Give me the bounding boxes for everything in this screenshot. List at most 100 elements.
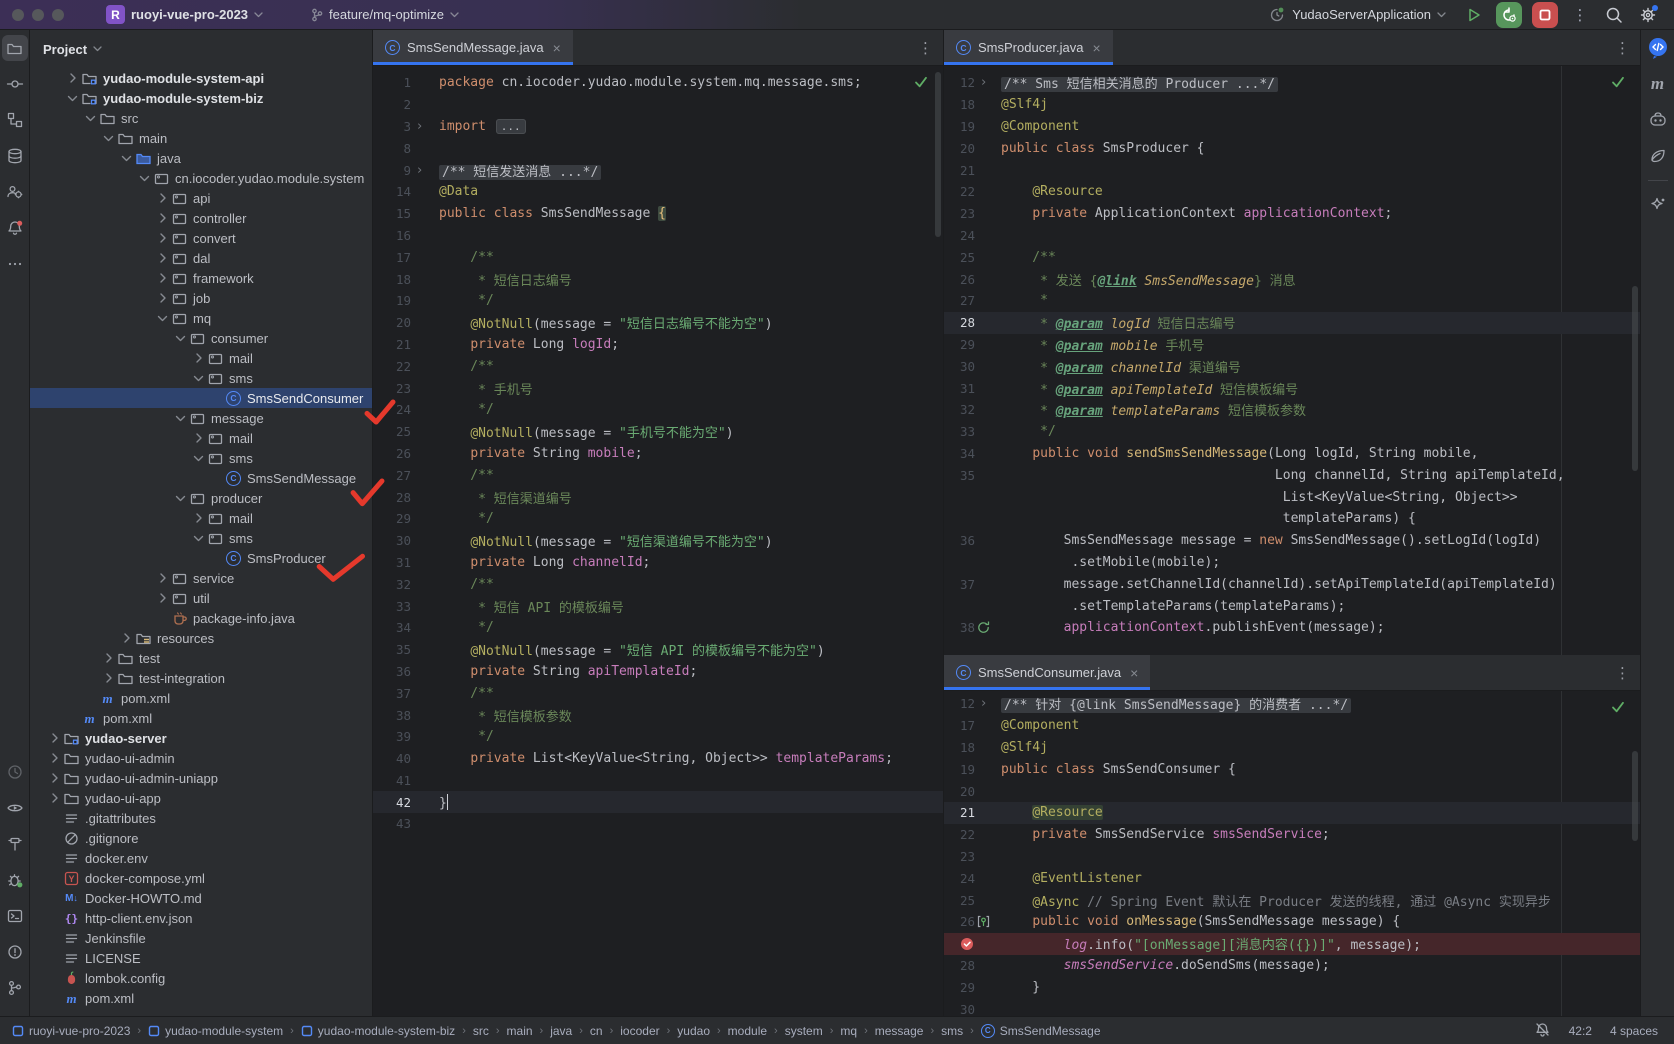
toolwindow-button-copilot[interactable] [1645, 107, 1671, 133]
line-number[interactable]: 24 [373, 402, 411, 417]
line-number[interactable]: 38 [373, 708, 411, 723]
tree-item-yudao-server[interactable]: yudao-server [30, 728, 372, 748]
code-line-33[interactable]: 33 */ [944, 421, 1640, 443]
code-line-26[interactable]: 26 private String mobile; [373, 443, 943, 465]
tree-item-yudao-ui-admin-uniapp[interactable]: yudao-ui-admin-uniapp [30, 768, 372, 788]
tree-item-yudao-module-system-api[interactable]: yudao-module-system-api [30, 68, 372, 88]
toolwindow-button-commit[interactable] [2, 71, 28, 97]
code-line-24[interactable]: 24 [944, 225, 1640, 247]
line-number[interactable]: 17 [373, 250, 411, 265]
code-line-34[interactable]: 34 */ [373, 617, 943, 639]
line-number[interactable]: 28 [944, 315, 975, 330]
tree-item-cn.iocoder.yudao.module.system[interactable]: cn.iocoder.yudao.module.system [30, 168, 372, 188]
chevron-collapsed-icon[interactable] [46, 732, 63, 744]
code-line-17[interactable]: 17@Component [944, 715, 1640, 737]
line-number[interactable]: 32 [373, 577, 411, 592]
tree-item-SmsSendConsumer[interactable]: CSmsSendConsumer [30, 388, 372, 408]
editor-content[interactable]: 1package cn.iocoder.yudao.module.system.… [373, 66, 943, 1022]
code-line-25[interactable]: 25 /** [944, 246, 1640, 268]
tree-item-yudao-module-system-biz[interactable]: yudao-module-system-biz [30, 88, 372, 108]
line-number[interactable]: 21 [944, 805, 975, 820]
line-number[interactable]: 8 [373, 141, 411, 156]
tree-item-test[interactable]: test [30, 648, 372, 668]
tree-item-resources[interactable]: resources [30, 628, 372, 648]
code-line-21[interactable]: 21 [944, 159, 1640, 181]
line-number[interactable]: 31 [373, 555, 411, 570]
line-number[interactable]: 30 [373, 533, 411, 548]
tree-item-producer[interactable]: producer [30, 488, 372, 508]
toolwindow-button-version-control[interactable] [2, 975, 28, 1001]
chevron-expanded-icon[interactable] [139, 170, 151, 187]
tab-options-icon[interactable]: ⋮ [1605, 655, 1640, 690]
code-line-29[interactable]: 29 * @param mobile 手机号 [944, 334, 1640, 356]
code-line-35[interactable]: 35 @NotNull(message = "短信 API 的模板编号不能为空"… [373, 639, 943, 661]
toolwindow-button-services[interactable] [2, 795, 28, 821]
code-line-38[interactable]: 38 applicationContext.publishEvent(messa… [944, 617, 1640, 639]
chevron-collapsed-icon[interactable] [154, 212, 171, 224]
code-line-20[interactable]: 20 @NotNull(message = "短信日志编号不能为空") [373, 312, 943, 334]
notifications-muted-icon[interactable] [1534, 1021, 1551, 1041]
line-number[interactable]: 37 [944, 577, 975, 592]
breadcrumb-item-cn[interactable]: cn [590, 1024, 603, 1038]
code-line-23[interactable]: 23 * 手机号 [373, 377, 943, 399]
fold-marker-icon[interactable]: › [975, 696, 992, 711]
tree-item-pom.xml[interactable]: mpom.xml [30, 988, 372, 1008]
code-line-9[interactable]: 9›/** 短信发送消息 ...*/ [373, 159, 943, 181]
line-number[interactable]: 21 [944, 163, 975, 178]
code-line-23[interactable]: 23 private ApplicationContext applicatio… [944, 203, 1640, 225]
chevron-expanded-icon[interactable] [103, 130, 115, 147]
inspections-ok-icon[interactable] [1610, 74, 1626, 94]
chevron-collapsed-icon[interactable] [190, 352, 207, 364]
toolwindow-button-endpoints[interactable] [2, 179, 28, 205]
line-number[interactable]: 36 [373, 664, 411, 679]
chevron-collapsed-icon[interactable] [100, 652, 117, 664]
code-line-31[interactable]: 31 * @param apiTemplateId 短信模板编号 [944, 377, 1640, 399]
chevron-collapsed-icon[interactable] [46, 752, 63, 764]
line-number[interactable]: 27 [373, 468, 411, 483]
toolwindow-button-database[interactable] [2, 143, 28, 169]
code-line-24[interactable]: 24 */ [373, 399, 943, 421]
tree-item-mail[interactable]: mail [30, 428, 372, 448]
code-line-1[interactable]: 1package cn.iocoder.yudao.module.system.… [373, 72, 943, 94]
toolwindow-button-profiler[interactable] [2, 759, 28, 785]
code-line-16[interactable]: 16 [373, 225, 943, 247]
line-number[interactable]: 36 [944, 533, 975, 548]
breadcrumb-item-yudao-module-system-biz[interactable]: yudao-module-system-biz [301, 1024, 455, 1038]
code-line-22[interactable]: 22 /** [373, 355, 943, 377]
close-tab-icon[interactable]: × [553, 40, 561, 56]
line-number[interactable]: 25 [944, 250, 975, 265]
breakpoint-icon[interactable] [944, 936, 975, 952]
line-number[interactable]: 26 [944, 272, 975, 287]
chevron-expanded-icon[interactable] [175, 410, 187, 427]
indent-setting[interactable]: 4 spaces [1610, 1024, 1658, 1038]
project-panel-header[interactable]: Project [30, 30, 372, 68]
run-button[interactable] [1462, 3, 1486, 27]
line-number[interactable]: 39 [373, 729, 411, 744]
breadcrumb-item-sms[interactable]: sms [941, 1024, 963, 1038]
line-number[interactable]: 19 [944, 119, 975, 134]
line-number[interactable]: 22 [373, 359, 411, 374]
tree-item-service[interactable]: service [30, 568, 372, 588]
code-line-28[interactable]: 28 * 短信渠道编号 [373, 486, 943, 508]
editor-tab-SmsSendConsumer.java[interactable]: CSmsSendConsumer.java× [944, 655, 1150, 690]
window-controls[interactable] [12, 9, 64, 21]
line-number[interactable]: 32 [944, 402, 975, 417]
tree-item-src[interactable]: src [30, 108, 372, 128]
line-number[interactable]: 23 [944, 849, 975, 864]
tree-item-main[interactable]: main [30, 128, 372, 148]
chevron-expanded-icon[interactable] [175, 490, 187, 507]
breadcrumb-item-main[interactable]: main [507, 1024, 533, 1038]
line-number[interactable]: 28 [944, 958, 975, 973]
tree-item-pom.xml[interactable]: mpom.xml [30, 688, 372, 708]
code-line-14[interactable]: 14@Data [373, 181, 943, 203]
line-number[interactable]: 22 [944, 184, 975, 199]
breadcrumb-item-module[interactable]: module [728, 1024, 767, 1038]
toolwindow-button-notifications[interactable] [2, 215, 28, 241]
code-line-37[interactable]: 37 message.setChannelId(channelId).setAp… [944, 573, 1640, 595]
line-number[interactable]: 37 [373, 686, 411, 701]
code-line-22[interactable]: 22 @Resource [944, 181, 1640, 203]
tree-item-sms[interactable]: sms [30, 368, 372, 388]
tree-item-sms[interactable]: sms [30, 448, 372, 468]
toolwindow-button-ai-chat[interactable] [1645, 35, 1671, 61]
tree-item-message[interactable]: message [30, 408, 372, 428]
